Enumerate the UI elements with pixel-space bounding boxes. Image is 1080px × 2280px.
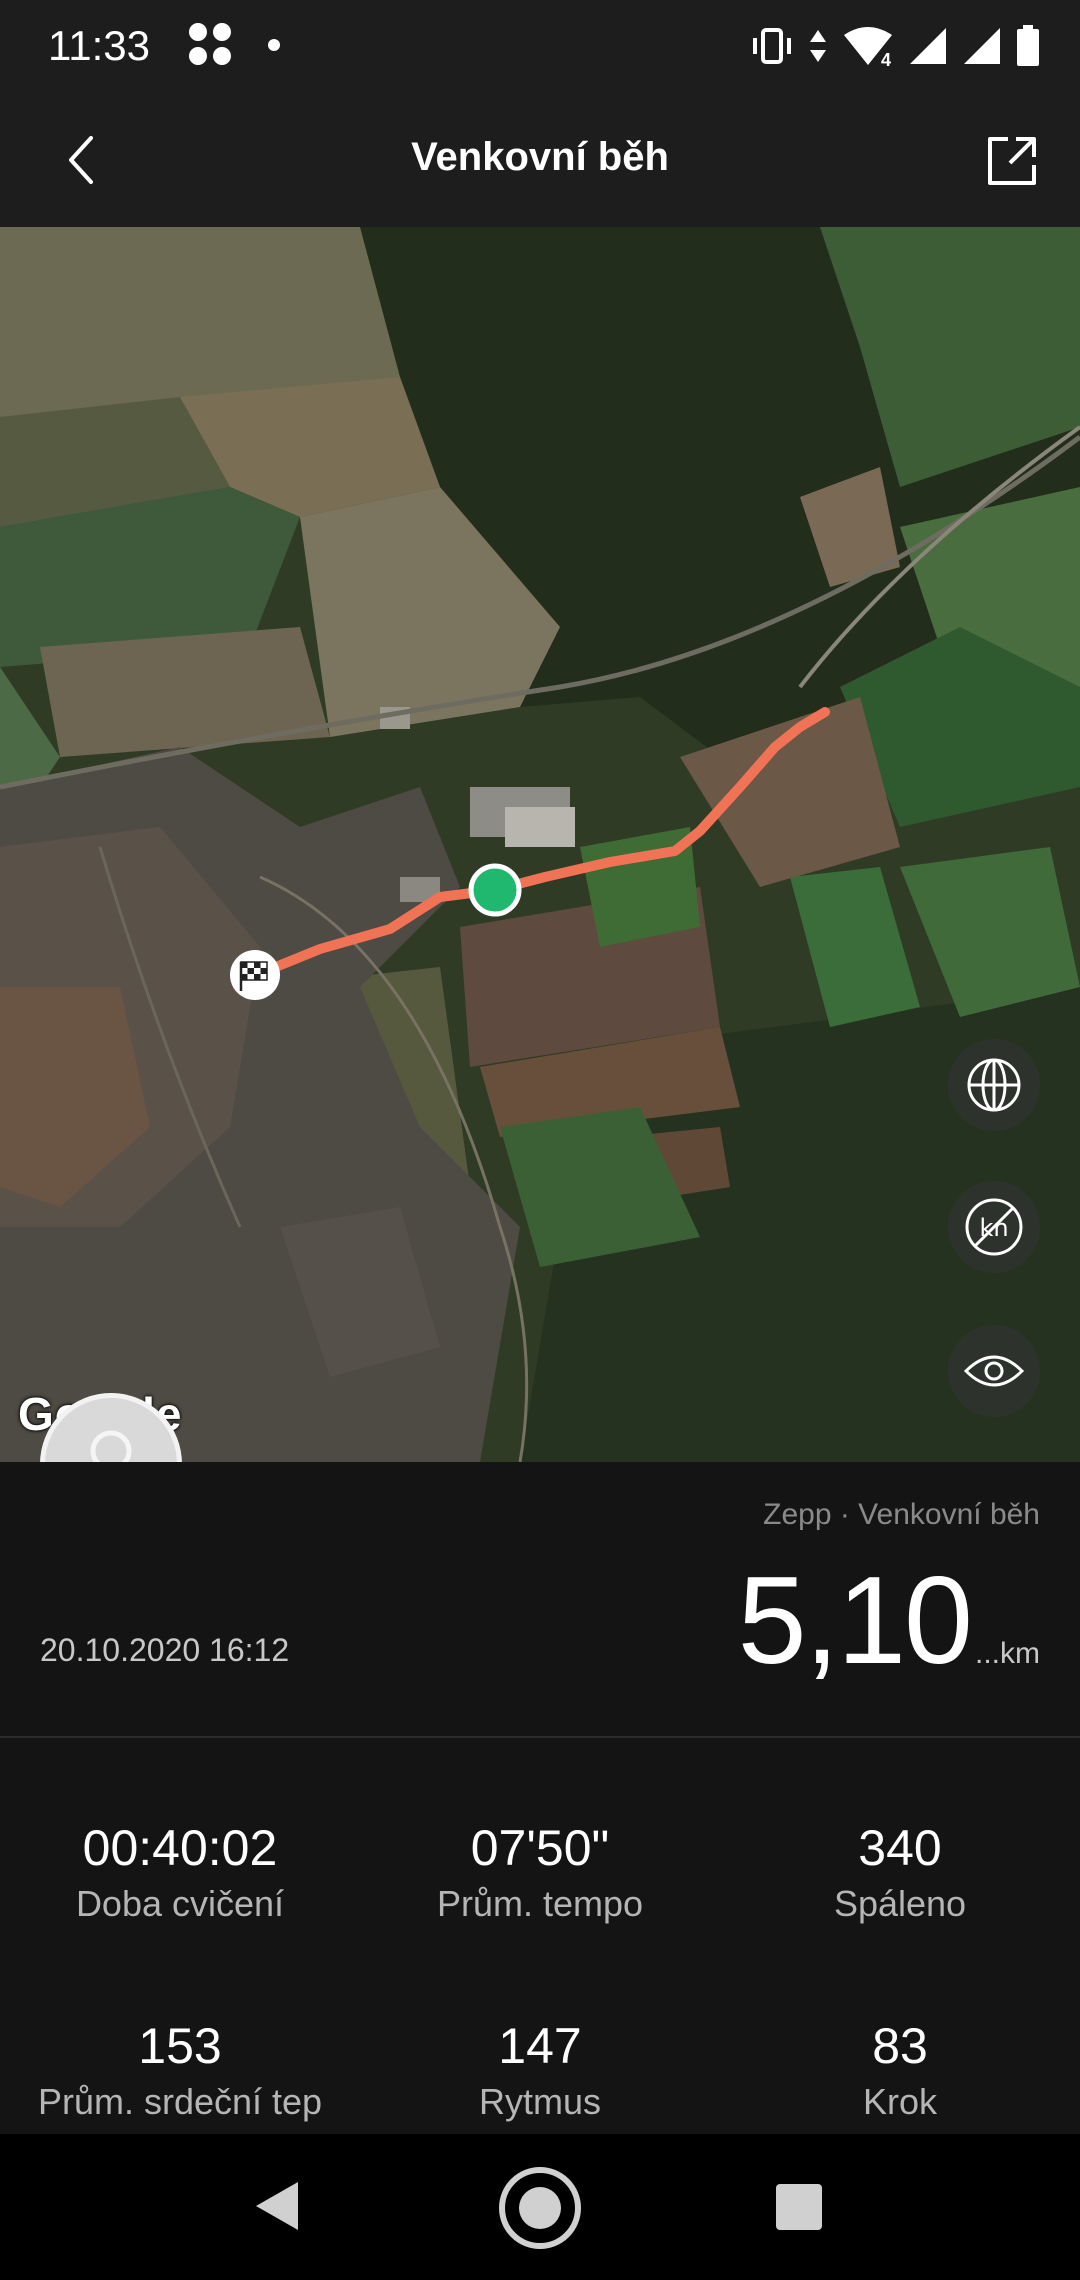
nav-back-icon <box>256 2182 298 2230</box>
app-notification-icon <box>186 20 234 73</box>
stat-calories: 340 Spáleno <box>720 1818 1080 1926</box>
stats-grid: 00:40:02 Doba cvičení 07'50" Prům. tempo… <box>0 1738 1080 2134</box>
workout-summary: Zepp · Venkovní běh 5,10 ...km 20.10.202… <box>0 1462 1080 1736</box>
finish-marker <box>230 950 280 1000</box>
notification-dot <box>268 39 280 51</box>
nav-back-button[interactable] <box>252 2178 302 2239</box>
stat-value: 83 <box>872 2018 928 2074</box>
stat-label: Prům. tempo <box>436 1883 644 1924</box>
map-type-button[interactable] <box>948 1039 1040 1131</box>
map-imagery <box>0 227 1080 1462</box>
status-time: 11:33 <box>48 22 150 69</box>
stat-value: 00:40:02 <box>82 1820 278 1876</box>
stat-label: Rytmus <box>478 2081 601 2122</box>
share-external-icon <box>988 137 1036 185</box>
km-markers-toggle[interactable]: kn <box>948 1181 1040 1273</box>
stat-duration: 00:40:02 Doba cvičení <box>0 1818 360 1926</box>
nav-home-button[interactable] <box>497 2165 583 2256</box>
eye-icon <box>963 1355 1025 1387</box>
signal-icon-2 <box>964 28 1000 64</box>
stat-value: 340 <box>858 1820 942 1876</box>
start-marker <box>468 863 522 917</box>
stat-label: Doba cvičení <box>75 1883 285 1924</box>
nav-recents-button[interactable] <box>776 2184 822 2230</box>
wifi-icon: 4 <box>842 25 894 70</box>
stat-label: Krok <box>862 2081 938 2122</box>
nav-home-icon <box>499 2167 581 2249</box>
stat-label: Prům. srdeční tep <box>37 2081 323 2122</box>
stat-value: 147 <box>498 2018 582 2074</box>
km-toggle-icon: kn <box>965 1198 1023 1256</box>
satellite-map[interactable]: kn Google <box>0 227 1080 1462</box>
workout-source: Zepp · Venkovní běh <box>763 1498 1040 1531</box>
globe-icon <box>967 1058 1021 1112</box>
battery-icon <box>1017 25 1039 66</box>
visibility-toggle[interactable] <box>948 1325 1040 1417</box>
stat-stride: 83 Krok <box>720 2016 1080 2124</box>
share-button[interactable] <box>974 123 1050 199</box>
vibrate-icon <box>753 28 791 64</box>
status-icons: 4 <box>750 18 1040 74</box>
distance-display: 5,10 ...km <box>738 1550 1040 1692</box>
stat-avg-pace: 07'50" Prům. tempo <box>360 1818 720 1926</box>
workout-datetime: 20.10.2020 16:12 <box>40 1632 290 1668</box>
signal-icon <box>910 28 946 64</box>
network-type-label: 4 <box>879 50 892 70</box>
stat-value: 153 <box>138 2018 222 2074</box>
distance-unit: ...km <box>975 1637 1040 1670</box>
distance-value: 5,10 <box>737 1552 973 1690</box>
stat-label: Spáleno <box>833 1883 967 1924</box>
page-title: Venkovní běh <box>411 135 669 179</box>
stat-avg-heart-rate: 153 Prům. srdeční tep <box>0 2016 360 2124</box>
status-bar: 11:33 4 <box>0 0 1080 95</box>
stat-value: 07'50" <box>470 1820 610 1876</box>
data-arrows-icon <box>810 30 826 62</box>
system-nav-bar <box>0 2134 1080 2280</box>
app-header: Venkovní běh <box>0 95 1080 227</box>
stat-cadence: 147 Rytmus <box>360 2016 720 2124</box>
